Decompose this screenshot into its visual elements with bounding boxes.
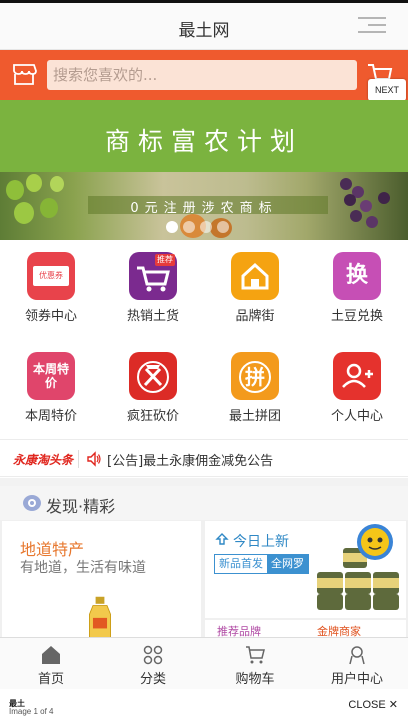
card-title: 今日上新	[233, 534, 289, 550]
discover-header: 发现·精彩	[0, 486, 408, 520]
fruit-decoration	[340, 178, 352, 190]
speaker-icon	[87, 451, 101, 467]
banner-headline[interactable]: 商标富农计划	[0, 100, 408, 172]
house-icon	[231, 252, 279, 300]
grid-label: 品牌街	[235, 309, 275, 324]
banner-slogan: 0元注册涉农商标	[130, 201, 278, 216]
grid-label: 热销土货	[126, 309, 179, 324]
bargain-axe-icon	[129, 352, 177, 400]
carousel-dot[interactable]	[166, 221, 178, 233]
search-input[interactable]	[47, 60, 357, 90]
cart-icon	[246, 646, 265, 664]
close-label: CLOSE	[348, 699, 386, 711]
weekly-sale-icon: 本周特价	[27, 352, 75, 400]
grid-item-group-buy[interactable]: 拼 最土拼团	[204, 340, 306, 438]
grid-label: 领券中心	[24, 309, 77, 324]
carousel-dots	[166, 218, 234, 233]
exchange-icon: 换	[333, 252, 381, 300]
fruit-decoration	[50, 176, 64, 192]
eye-icon	[23, 495, 41, 511]
new-arrivals-card[interactable]: 今日上新 新品首发 全网罗	[205, 521, 406, 618]
carousel-dot[interactable]	[200, 221, 212, 233]
carousel-dot[interactable]	[217, 221, 229, 233]
tab-new-release[interactable]: 新品首发	[215, 555, 267, 573]
card-tabs: 新品首发 全网罗	[214, 554, 309, 574]
grid-label: 个人中心	[330, 409, 383, 424]
tab-user-center[interactable]: 用户中心	[306, 638, 408, 690]
group-buy-icon: 拼	[231, 352, 279, 400]
page-title: 最土网	[178, 21, 230, 41]
upload-arrow-icon	[215, 533, 229, 545]
discover-title: 发现·精彩	[46, 497, 116, 516]
oil-bottle-image	[89, 596, 111, 639]
coupon-icon: 优惠券	[27, 252, 75, 300]
tab-label: 首页	[37, 672, 64, 687]
news-logo: 永康淘头条	[13, 453, 74, 467]
tab-cart[interactable]: 购物车	[204, 638, 306, 690]
tab-home[interactable]: 首页	[0, 638, 102, 690]
feature-grid: 优惠券 领券中心 推荐 热销土货 品牌街 换 土豆兑换 本周特价 本周特价 疯狂…	[0, 240, 408, 436]
chat-robot-icon[interactable]	[355, 522, 395, 562]
close-button[interactable]: CLOSE ✕	[348, 698, 398, 711]
grid-label: 最土拼团	[228, 409, 281, 424]
user-icon	[349, 646, 365, 665]
tab-category[interactable]: 分类	[102, 638, 204, 690]
grid-item-crazy-bargain[interactable]: 疯狂砍价	[102, 340, 204, 438]
local-specialty-card[interactable]: 地道特产 有地道，生活有味道	[2, 521, 201, 639]
grid-label: 土豆兑换	[330, 309, 383, 324]
shop-icon[interactable]	[11, 62, 37, 86]
news-text: [公告]最土永康佣金减免公告	[107, 454, 274, 469]
grid-item-brand-street[interactable]: 品牌街	[204, 240, 306, 338]
search-bar	[0, 50, 408, 100]
divider	[78, 450, 79, 468]
grid-item-weekly-sale[interactable]: 本周特价 本周特价	[0, 340, 102, 438]
close-icon: ✕	[388, 699, 398, 711]
card-subtitle: 有地道，生活有味道	[20, 560, 146, 576]
bottom-tabbar: 首页 分类 购物车 用户中心	[0, 637, 408, 689]
banner-headline-text: 商标富农计划	[104, 127, 303, 156]
next-button[interactable]: NEXT	[368, 79, 406, 101]
discover-cards: 地道特产 有地道，生活有味道 今日上新 新品首发 全网罗 推荐品牌 金牌商家	[0, 520, 408, 640]
tab-all-network[interactable]: 全网罗	[267, 555, 308, 573]
fruit-decoration	[26, 174, 42, 192]
grid-item-potato-exchange[interactable]: 换 土豆兑换	[306, 240, 408, 338]
category-icon	[143, 645, 163, 665]
grid-item-hot-products[interactable]: 推荐 热销土货	[102, 240, 204, 338]
menu-icon[interactable]	[358, 17, 386, 39]
grid-label: 疯狂砍价	[126, 409, 179, 424]
section-gap	[0, 478, 408, 486]
search-box[interactable]	[47, 60, 357, 90]
top-header: 最土网	[0, 0, 408, 50]
user-center-icon	[333, 352, 381, 400]
grid-item-personal-center[interactable]: 个人中心	[306, 340, 408, 438]
tab-label: 分类	[139, 672, 166, 687]
tab-label: 购物车	[235, 672, 275, 687]
cart-hot-icon: 推荐	[129, 252, 177, 300]
tab-label: 用户中心	[330, 672, 383, 687]
fruit-decoration	[366, 216, 378, 228]
carousel-dot[interactable]	[183, 221, 195, 233]
image-counter: Image 1 of 4	[9, 707, 54, 716]
news-ticker[interactable]: 永康淘头条 [公告]最土永康佣金减免公告	[0, 439, 408, 477]
home-icon	[42, 646, 60, 664]
app-page: 最土网 NEXT 商标富农计划 0元注册涉农商标	[0, 0, 408, 721]
gallery-footer: 最土 Image 1 of 4 CLOSE ✕	[0, 689, 408, 721]
grid-label: 本周特价	[24, 409, 77, 424]
grid-item-coupon-center[interactable]: 优惠券 领券中心	[0, 240, 102, 338]
